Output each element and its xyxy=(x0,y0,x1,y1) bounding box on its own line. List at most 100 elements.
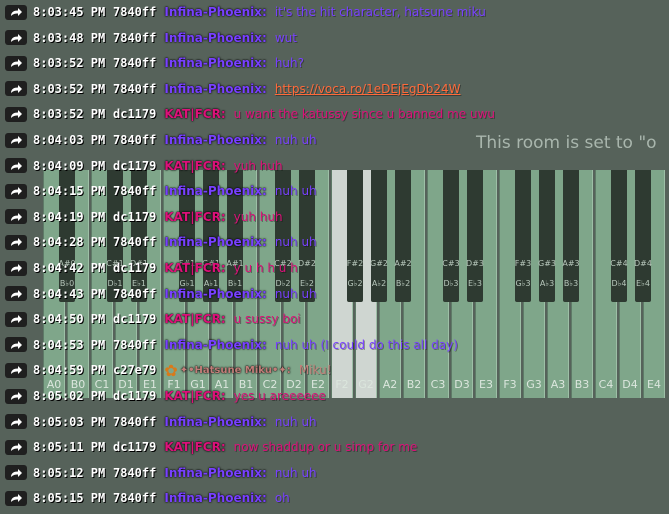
message-text: now shaddup or u simp for me xyxy=(233,440,418,455)
user-name[interactable]: Infina-Phoenix: xyxy=(164,56,266,70)
user-id: 7840ff xyxy=(113,56,157,71)
message-text: yuh huh xyxy=(233,209,283,224)
message-text: u want the katussy since u banned me uwu xyxy=(233,107,495,122)
user-name[interactable]: Infina-Phoenix: xyxy=(164,184,266,198)
chat-message: 8:04:15 PM 7840ff Infina-Phoenix: nuh uh xyxy=(0,180,669,202)
chat-message: 8:03:45 PM 7840ff Infina-Phoenix: it's the … xyxy=(0,1,669,23)
chat-message: 8:03:52 PM 7840ff Infina-Phoenix: huh? xyxy=(0,52,669,74)
user-id: 7840ff xyxy=(113,337,157,352)
user-name[interactable]: Infina-Phoenix: xyxy=(164,5,266,19)
message-text: https://voca.ro/1eDEjEgDb24W xyxy=(275,82,461,96)
chat-message: 8:04:42 PM dc1179 KAT|FCR: y u h h u h xyxy=(0,257,669,279)
user-id: c27e79 xyxy=(113,363,157,378)
user-name[interactable]: Infina-Phoenix: xyxy=(164,287,266,301)
user-name[interactable]: KAT|FCR: xyxy=(164,312,225,326)
chat-message: 8:04:28 PM 7840ff Infina-Phoenix: nuh uh xyxy=(0,231,669,253)
user-id: 7840ff xyxy=(113,184,157,199)
reply-icon[interactable] xyxy=(5,183,27,199)
user-name[interactable]: Infina-Phoenix: xyxy=(164,31,266,45)
chat-message: 8:05:15 PM 7840ff Infina-Phoenix: oh xyxy=(0,487,669,509)
chat-message: 8:04:03 PM 7840ff Infina-Phoenix: nuh uh xyxy=(0,129,669,151)
message-timestamp: 8:03:48 PM xyxy=(33,30,106,45)
message-text: oh xyxy=(274,491,290,506)
user-id: dc1179 xyxy=(113,261,157,275)
user-id: dc1179 xyxy=(113,312,157,327)
message-text: it's the hit character, hatsune miku xyxy=(274,5,486,19)
reply-icon[interactable] xyxy=(5,234,27,250)
reply-icon[interactable] xyxy=(5,490,27,506)
message-timestamp: 8:04:09 PM xyxy=(33,158,106,173)
user-name[interactable]: KAT|FCR: xyxy=(164,440,225,454)
message-text: huh? xyxy=(274,56,304,71)
user-name[interactable]: KAT|FCR: xyxy=(164,261,225,275)
chat-message: 8:04:53 PM 7840ff Infina-Phoenix: nuh uh (I… xyxy=(0,334,669,356)
reply-icon[interactable] xyxy=(5,55,27,71)
message-text: nuh uh xyxy=(274,133,317,147)
user-id: dc1179 xyxy=(113,440,157,455)
message-link[interactable]: https://voca.ro/1eDEjEgDb24W xyxy=(275,82,461,96)
chat-message: 8:04:50 PM dc1179 KAT|FCR: u sussy boi xyxy=(0,308,669,330)
user-name[interactable]: Infina-Phoenix: xyxy=(164,133,266,147)
message-timestamp: 8:04:50 PM xyxy=(33,312,106,327)
reply-icon[interactable] xyxy=(5,465,27,481)
reply-icon[interactable] xyxy=(5,362,27,378)
user-id: 7840ff xyxy=(113,5,157,19)
message-timestamp: 8:04:03 PM xyxy=(33,133,106,147)
chat-message: 8:05:02 PM dc1179 KAT|FCR: yes u areeeeee xyxy=(0,385,669,407)
user-name[interactable]: Infina-Phoenix: xyxy=(164,466,266,480)
reply-icon[interactable] xyxy=(5,439,27,455)
user-name[interactable]: KAT|FCR: xyxy=(164,210,225,224)
message-timestamp: 8:04:42 PM xyxy=(33,261,106,275)
user-name[interactable]: ✦•Hatsune Miku•✦: xyxy=(180,365,291,376)
reply-icon[interactable] xyxy=(5,4,27,20)
user-id: 7840ff xyxy=(113,235,157,250)
user-id: dc1179 xyxy=(113,107,157,122)
reply-icon[interactable] xyxy=(5,311,27,327)
user-id: 7840ff xyxy=(113,133,157,147)
reply-icon[interactable] xyxy=(5,388,27,404)
message-timestamp: 8:03:52 PM xyxy=(33,56,106,71)
message-text: y u h h u h xyxy=(233,261,298,275)
user-name[interactable]: KAT|FCR: xyxy=(164,389,225,403)
reply-icon[interactable] xyxy=(5,414,27,430)
user-id: dc1179 xyxy=(113,158,157,173)
user-id: 7840ff xyxy=(113,30,157,45)
user-name[interactable]: KAT|FCR: xyxy=(164,107,225,121)
message-text: nuh uh xyxy=(274,465,317,480)
message-timestamp: 8:04:19 PM xyxy=(33,209,106,224)
reply-icon[interactable] xyxy=(5,132,27,148)
chat-message: 8:05:11 PM dc1179 KAT|FCR: now shaddup or u… xyxy=(0,436,669,458)
reply-icon[interactable] xyxy=(5,337,27,353)
reply-icon[interactable] xyxy=(5,81,27,97)
message-text: nuh uh xyxy=(274,414,317,429)
message-text: nuh uh xyxy=(274,184,317,199)
user-id: dc1179 xyxy=(113,209,157,224)
chat-message: 8:04:19 PM dc1179 KAT|FCR: yuh huh xyxy=(0,206,669,228)
user-name[interactable]: Infina-Phoenix: xyxy=(164,338,266,352)
user-id: dc1179 xyxy=(113,389,157,403)
message-timestamp: 8:05:02 PM xyxy=(33,389,106,403)
chat-message: 8:03:52 PM 7840ff Infina-Phoenix: https://v… xyxy=(0,78,669,100)
user-name[interactable]: Infina-Phoenix: xyxy=(164,235,266,249)
reply-icon[interactable] xyxy=(5,260,27,276)
user-id: 7840ff xyxy=(113,465,157,480)
reply-icon[interactable] xyxy=(5,158,27,174)
message-text: yes u areeeeee xyxy=(233,389,326,403)
message-timestamp: 8:03:52 PM xyxy=(33,81,106,96)
chat-message: 8:05:03 PM 7840ff Infina-Phoenix: nuh uh xyxy=(0,411,669,433)
reply-icon[interactable] xyxy=(5,106,27,122)
reply-icon[interactable] xyxy=(5,286,27,302)
reply-icon[interactable] xyxy=(5,209,27,225)
user-name[interactable]: Infina-Phoenix: xyxy=(164,82,266,96)
user-name[interactable]: KAT|FCR: xyxy=(164,159,225,173)
chat-message: 8:03:48 PM 7840ff Infina-Phoenix: wut xyxy=(0,27,669,49)
user-id: 7840ff xyxy=(113,81,157,96)
user-name[interactable]: Infina-Phoenix: xyxy=(164,491,266,505)
flower-icon: ✿ xyxy=(164,360,178,380)
reply-icon[interactable] xyxy=(5,30,27,46)
message-timestamp: 8:04:53 PM xyxy=(33,337,106,352)
message-timestamp: 8:04:28 PM xyxy=(33,235,106,250)
user-name[interactable]: Infina-Phoenix: xyxy=(164,415,266,429)
message-text: yuh huh xyxy=(233,158,283,173)
chat-message: 8:04:09 PM dc1179 KAT|FCR: yuh huh xyxy=(0,155,669,177)
